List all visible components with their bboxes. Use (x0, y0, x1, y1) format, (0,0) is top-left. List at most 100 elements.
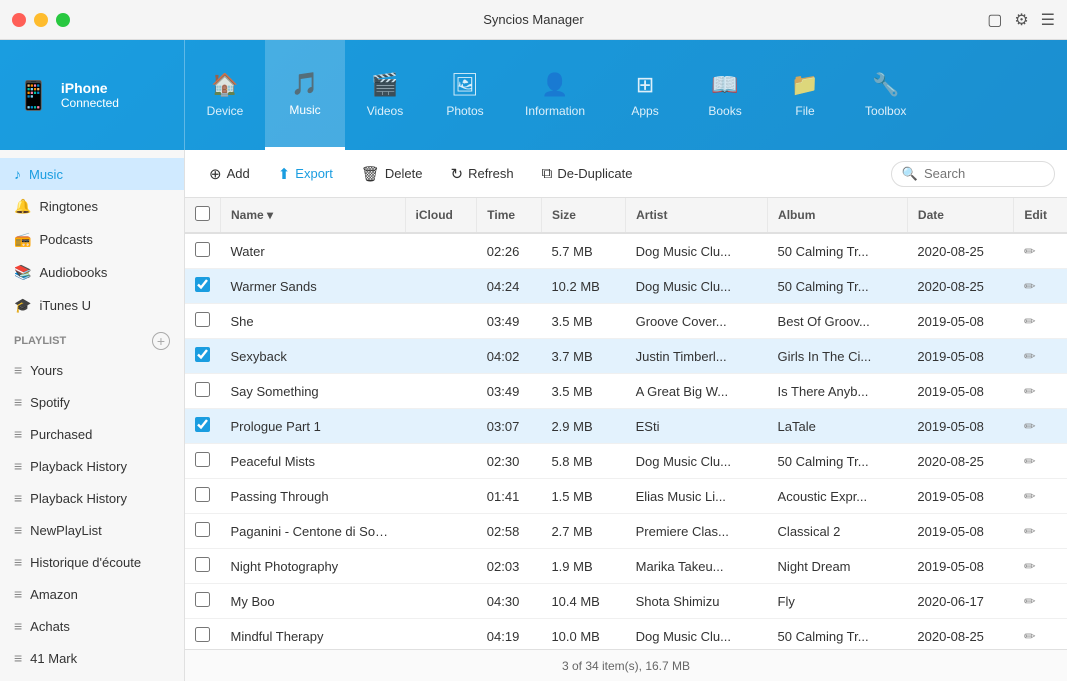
export-button[interactable]: ⬆ Export (266, 159, 345, 189)
edit-icon-0[interactable]: ✏ (1024, 243, 1036, 259)
edit-icon-3[interactable]: ✏ (1024, 348, 1036, 364)
row-checkbox-11[interactable] (195, 627, 210, 642)
nav-tab-file[interactable]: 📁 File (765, 40, 845, 150)
row-checkbox-10[interactable] (195, 592, 210, 607)
row-checkbox-cell[interactable] (185, 549, 221, 584)
sidebar-item-41mark[interactable]: ≡ 41 Mark (0, 642, 184, 674)
row-edit-11[interactable]: ✏ (1014, 619, 1067, 650)
row-edit-5[interactable]: ✏ (1014, 409, 1067, 444)
row-time-0: 02:26 (477, 233, 542, 269)
deduplicate-button[interactable]: ⧉ De-Duplicate (530, 159, 645, 188)
row-checkbox-cell[interactable] (185, 269, 221, 304)
row-edit-3[interactable]: ✏ (1014, 339, 1067, 374)
sidebar-item-achats[interactable]: ≡ Achats (0, 610, 184, 642)
status-text: 3 of 34 item(s), 16.7 MB (562, 659, 690, 673)
row-edit-8[interactable]: ✏ (1014, 514, 1067, 549)
nav-tab-apps[interactable]: ⊞ Apps (605, 40, 685, 150)
row-edit-4[interactable]: ✏ (1014, 374, 1067, 409)
row-name-4: Say Something (221, 374, 406, 409)
row-checkbox-cell[interactable] (185, 584, 221, 619)
edit-icon-8[interactable]: ✏ (1024, 523, 1036, 539)
edit-icon-7[interactable]: ✏ (1024, 488, 1036, 504)
row-edit-0[interactable]: ✏ (1014, 233, 1067, 269)
search-icon: 🔍 (902, 166, 918, 182)
sidebar-item-newplaylist[interactable]: ≡ NewPlayList (0, 514, 184, 546)
row-checkbox-cell[interactable] (185, 374, 221, 409)
row-edit-1[interactable]: ✏ (1014, 269, 1067, 304)
nav-tab-device[interactable]: 🏠 Device (185, 40, 265, 150)
music-sidebar-icon: ♪ (14, 166, 21, 182)
sidebar-item-playback-history-1[interactable]: ≡ Playback History (0, 450, 184, 482)
menu-icon[interactable]: ☰ (1041, 10, 1055, 30)
nav-tab-photos[interactable]: 🖼 Photos (425, 40, 505, 150)
sidebar-item-yours[interactable]: ≡ Yours (0, 354, 184, 386)
sidebar-item-playback-history-2[interactable]: ≡ Playback History (0, 482, 184, 514)
row-checkbox-cell[interactable] (185, 339, 221, 374)
nav-tab-books[interactable]: 📖 Books (685, 40, 765, 150)
row-checkbox-7[interactable] (195, 487, 210, 502)
row-checkbox-cell[interactable] (185, 514, 221, 549)
nav-tab-videos[interactable]: 🎬 Videos (345, 40, 425, 150)
device-status: Connected (61, 96, 119, 110)
row-checkbox-9[interactable] (195, 557, 210, 572)
row-checkbox-cell[interactable] (185, 304, 221, 339)
row-icloud-10 (405, 584, 477, 619)
sidebar-item-audiobooks[interactable]: 📚 Audiobooks (0, 256, 184, 289)
maximize-button[interactable] (56, 13, 70, 27)
row-date-2: 2019-05-08 (907, 304, 1013, 339)
edit-icon-6[interactable]: ✏ (1024, 453, 1036, 469)
sidebar-item-podcasts[interactable]: 📻 Podcasts (0, 223, 184, 256)
sidebar-item-purchased[interactable]: ≡ Purchased (0, 418, 184, 450)
row-time-9: 02:03 (477, 549, 542, 584)
sidebar-item-amazon[interactable]: ≡ Amazon (0, 578, 184, 610)
edit-icon-4[interactable]: ✏ (1024, 383, 1036, 399)
sidebar-item-itunes-u[interactable]: 🎓 iTunes U (0, 289, 184, 322)
add-playlist-button[interactable]: + (152, 332, 170, 350)
row-date-8: 2019-05-08 (907, 514, 1013, 549)
row-checkbox-8[interactable] (195, 522, 210, 537)
row-edit-10[interactable]: ✏ (1014, 584, 1067, 619)
minimize-button[interactable] (34, 13, 48, 27)
edit-icon-2[interactable]: ✏ (1024, 313, 1036, 329)
row-edit-2[interactable]: ✏ (1014, 304, 1067, 339)
select-all-header[interactable] (185, 198, 221, 233)
row-checkbox-3[interactable] (195, 347, 210, 362)
sidebar-item-ringtones[interactable]: 🔔 Ringtones (0, 190, 184, 223)
row-checkbox-cell[interactable] (185, 479, 221, 514)
add-button[interactable]: ⊕ Add (197, 159, 262, 189)
row-checkbox-0[interactable] (195, 242, 210, 257)
nav-tab-toolbox[interactable]: 🔧 Toolbox (845, 40, 926, 150)
row-checkbox-2[interactable] (195, 312, 210, 327)
refresh-button[interactable]: ↻ Refresh (439, 159, 526, 189)
monitor-icon[interactable]: ▢ (987, 10, 1002, 30)
edit-icon-5[interactable]: ✏ (1024, 418, 1036, 434)
row-checkbox-cell[interactable] (185, 233, 221, 269)
row-checkbox-1[interactable] (195, 277, 210, 292)
row-checkbox-4[interactable] (195, 382, 210, 397)
playback-history-2-sidebar-label: Playback History (30, 491, 127, 506)
row-checkbox-cell[interactable] (185, 619, 221, 650)
select-all-checkbox[interactable] (195, 206, 210, 221)
edit-icon-9[interactable]: ✏ (1024, 558, 1036, 574)
row-edit-9[interactable]: ✏ (1014, 549, 1067, 584)
delete-button[interactable]: 🗑 Delete (349, 159, 435, 189)
row-checkbox-6[interactable] (195, 452, 210, 467)
close-button[interactable] (12, 13, 26, 27)
row-edit-7[interactable]: ✏ (1014, 479, 1067, 514)
nav-tab-music[interactable]: 🎵 Music (265, 40, 345, 150)
row-album-9: Night Dream (768, 549, 908, 584)
nav-tab-information[interactable]: 👤 Information (505, 40, 605, 150)
search-input[interactable] (924, 166, 1044, 181)
edit-icon-10[interactable]: ✏ (1024, 593, 1036, 609)
row-checkbox-cell[interactable] (185, 444, 221, 479)
edit-icon-11[interactable]: ✏ (1024, 628, 1036, 644)
sidebar-item-music[interactable]: ♪ Music (0, 158, 184, 190)
row-checkbox-5[interactable] (195, 417, 210, 432)
edit-icon-1[interactable]: ✏ (1024, 278, 1036, 294)
settings-icon[interactable]: ⚙ (1014, 10, 1028, 30)
sidebar-item-historique[interactable]: ≡ Historique d'écoute (0, 546, 184, 578)
row-edit-6[interactable]: ✏ (1014, 444, 1067, 479)
row-checkbox-cell[interactable] (185, 409, 221, 444)
col-name: Name ▾ (221, 198, 406, 233)
sidebar-item-spotify[interactable]: ≡ Spotify (0, 386, 184, 418)
